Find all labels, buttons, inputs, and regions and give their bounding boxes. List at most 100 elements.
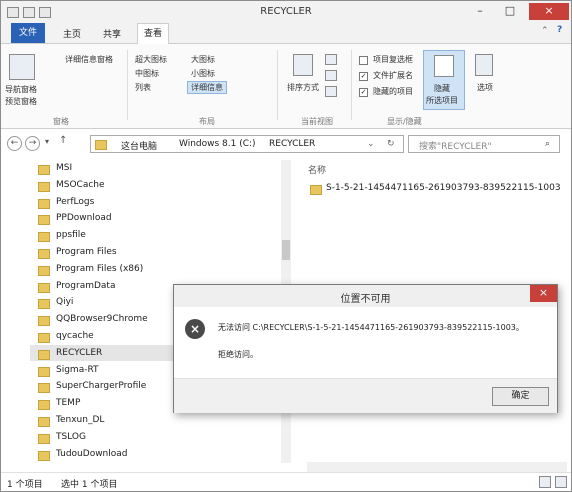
preview-pane-button[interactable]: 预览窗格 bbox=[5, 96, 37, 107]
folder-icon bbox=[38, 450, 50, 461]
nav-item[interactable]: SuperChargerProfile bbox=[56, 381, 146, 391]
file-extensions-checkbox[interactable]: ✓ bbox=[359, 72, 368, 81]
nav-item[interactable]: Program Files bbox=[56, 247, 117, 257]
folder-icon bbox=[38, 433, 50, 444]
layout-large-icons[interactable]: 大图标 bbox=[191, 54, 215, 65]
nav-item[interactable]: TSLOG bbox=[56, 432, 86, 442]
nav-item[interactable]: qycache bbox=[56, 331, 94, 341]
nav-scroll-thumb[interactable] bbox=[282, 240, 290, 260]
group-by-icon[interactable] bbox=[325, 54, 337, 65]
nav-item[interactable]: MSI bbox=[56, 163, 72, 173]
ok-button[interactable]: 确定 bbox=[492, 387, 549, 406]
folder-icon bbox=[38, 366, 50, 377]
dialog-submessage: 拒绝访问。 bbox=[218, 350, 258, 359]
recent-locations-icon[interactable]: ▾ bbox=[45, 137, 49, 146]
nav-item[interactable]: ppsfile bbox=[56, 230, 86, 240]
address-bar[interactable]: 这台电脑 Windows 8.1 (C:) RECYCLER ⌄ ↻ bbox=[90, 135, 404, 153]
search-box[interactable]: 搜索"RECYCLER" ⌕ bbox=[408, 135, 560, 153]
help-icon[interactable]: ? bbox=[557, 25, 562, 35]
breadcrumb-drive[interactable]: Windows 8.1 (C:) bbox=[179, 139, 256, 149]
divider bbox=[277, 50, 278, 120]
details-view-icon[interactable] bbox=[539, 476, 551, 488]
breadcrumb-recycler[interactable]: RECYCLER bbox=[269, 139, 315, 149]
hidden-items-checkbox[interactable]: ✓ bbox=[359, 88, 368, 97]
layout-medium-icons[interactable]: 中图标 bbox=[135, 68, 159, 79]
options-button[interactable]: 选项 bbox=[477, 82, 493, 93]
back-button[interactable]: ← bbox=[7, 136, 22, 151]
folder-icon bbox=[38, 215, 50, 226]
column-header-name[interactable]: 名称 bbox=[308, 163, 326, 176]
refresh-icon[interactable]: ↻ bbox=[387, 139, 395, 149]
up-button[interactable]: ↑ bbox=[59, 135, 67, 146]
search-input[interactable]: 搜索"RECYCLER" bbox=[419, 139, 492, 152]
folder-icon bbox=[38, 232, 50, 243]
show-hide-group-label: 显示/隐藏 bbox=[387, 117, 422, 126]
content-scrollbar[interactable] bbox=[307, 462, 567, 472]
nav-item[interactable]: PerfLogs bbox=[56, 197, 94, 207]
add-columns-icon[interactable] bbox=[325, 70, 337, 81]
folder-icon bbox=[38, 383, 50, 394]
tab-home[interactable]: 主页 bbox=[63, 27, 81, 40]
hide-selected-icon bbox=[434, 55, 454, 77]
item-checkboxes-checkbox[interactable] bbox=[359, 56, 368, 65]
layout-extra-large-icons[interactable]: 超大图标 bbox=[135, 54, 167, 65]
address-dropdown-icon[interactable]: ⌄ bbox=[367, 139, 375, 149]
forward-button[interactable]: → bbox=[25, 136, 40, 151]
nav-item[interactable]: MSOCache bbox=[56, 180, 105, 190]
sort-by-button[interactable]: 排序方式 bbox=[287, 82, 319, 93]
folder-icon bbox=[310, 185, 322, 195]
collapse-ribbon-icon[interactable]: ⌃ bbox=[541, 26, 549, 36]
selected-count: 选中 1 个项目 bbox=[61, 480, 118, 490]
details-pane-button[interactable]: 详细信息窗格 bbox=[65, 54, 113, 65]
tab-share[interactable]: 共享 bbox=[103, 27, 121, 40]
hidden-items-label: 隐藏的项目 bbox=[373, 87, 413, 96]
nav-item[interactable]: RECYCLER bbox=[56, 348, 102, 358]
folder-icon bbox=[38, 165, 50, 175]
layout-small-icons[interactable]: 小图标 bbox=[191, 68, 215, 79]
folder-icon bbox=[38, 400, 50, 411]
nav-pane-button[interactable]: 导航窗格 bbox=[5, 84, 37, 95]
dialog-close-button[interactable]: × bbox=[530, 285, 557, 302]
options-icon[interactable] bbox=[475, 54, 493, 76]
nav-item[interactable]: ProgramData bbox=[56, 281, 115, 291]
folder-icon bbox=[38, 333, 50, 343]
nav-item[interactable]: Qiyi bbox=[56, 297, 73, 307]
search-icon[interactable]: ⌕ bbox=[545, 139, 550, 149]
dialog-title: 位置不可用 bbox=[340, 294, 391, 305]
error-icon: × bbox=[185, 319, 205, 339]
ribbon-tab-row: 文件 主页 共享 查看 ⌃ ? bbox=[1, 23, 571, 44]
layout-list[interactable]: 列表 bbox=[135, 82, 151, 93]
hide-selected-button[interactable]: 隐藏 所选项目 bbox=[423, 50, 465, 110]
folder-icon bbox=[38, 316, 50, 327]
nav-item[interactable]: PPDownload bbox=[56, 213, 112, 223]
panes-group-label: 窗格 bbox=[53, 117, 69, 126]
dialog-footer: 确定 bbox=[174, 378, 557, 413]
nav-item[interactable]: Tenxun_DL bbox=[56, 415, 104, 425]
location-unavailable-dialog: 位置不可用 × × 无法访问 C:\RECYCLER\S-1-5-21-1454… bbox=[173, 284, 558, 413]
item-count: 1 个项目 bbox=[7, 480, 43, 490]
file-item[interactable]: S-1-5-21-1454471165-261903793-839522115-… bbox=[326, 183, 561, 193]
tab-file[interactable]: 文件 bbox=[11, 23, 45, 43]
breadcrumb-this-pc[interactable]: 这台电脑 bbox=[121, 139, 157, 152]
divider bbox=[351, 50, 352, 120]
sort-icon[interactable] bbox=[293, 54, 313, 76]
title-bar: RECYCLER – □ × bbox=[1, 1, 571, 23]
maximize-button[interactable]: □ bbox=[497, 3, 523, 20]
selected-items-label: 所选项目 bbox=[426, 96, 458, 105]
file-extensions-label: 文件扩展名 bbox=[373, 71, 413, 80]
nav-item[interactable]: TEMP bbox=[56, 398, 80, 408]
tab-view[interactable]: 查看 bbox=[137, 23, 170, 44]
folder-icon bbox=[38, 349, 50, 360]
minimize-button[interactable]: – bbox=[467, 3, 493, 20]
layout-details[interactable]: 详细信息 bbox=[187, 81, 227, 94]
size-columns-icon[interactable] bbox=[325, 86, 337, 97]
ribbon: 导航窗格 预览窗格 详细信息窗格 窗格 超大图标 大图标 中图标 小图标 列表 … bbox=[1, 44, 571, 129]
nav-item[interactable]: Program Files (x86) bbox=[56, 264, 143, 274]
nav-pane-icon[interactable] bbox=[9, 54, 35, 80]
nav-item[interactable]: TudouDownload bbox=[56, 449, 128, 459]
close-button[interactable]: × bbox=[529, 3, 569, 20]
folder-icon bbox=[38, 417, 50, 427]
large-icons-view-icon[interactable] bbox=[555, 476, 567, 488]
nav-item[interactable]: Sigma-RT bbox=[56, 365, 99, 375]
nav-item[interactable]: QQBrowser9Chrome bbox=[56, 314, 148, 324]
